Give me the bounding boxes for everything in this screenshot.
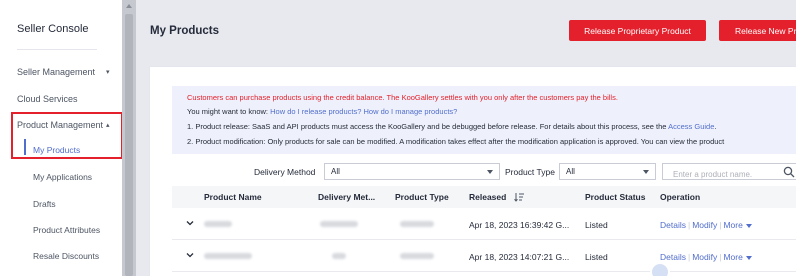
table-row: Apr 18, 2023 16:39:42 G... Listed Detail… <box>172 208 796 240</box>
sidebar-subitem-resale-discounts[interactable]: Resale Discounts <box>33 251 99 261</box>
more-label: More <box>723 252 743 262</box>
main-content: My Products Release Proprietary Product … <box>136 0 796 276</box>
column-delivery-method: Delivery Met... <box>318 192 376 202</box>
expand-chevron-icon[interactable] <box>185 250 195 260</box>
scroll-up-arrow-icon[interactable] <box>126 4 132 8</box>
op-separator: | <box>687 220 691 230</box>
sidebar-subitem-my-applications[interactable]: My Applications <box>33 172 92 182</box>
products-card: Customers can purchase products using th… <box>149 66 796 276</box>
release-new-product-button[interactable]: Release New Pr <box>719 20 796 41</box>
sidebar: Seller Console Seller Management ▾ Cloud… <box>0 0 123 276</box>
release-proprietary-product-button[interactable]: Release Proprietary Product <box>569 20 706 41</box>
table-row: Apr 18, 2023 14:07:21 G... Listed Detail… <box>172 240 796 272</box>
delivery-method-select[interactable]: All <box>324 163 500 180</box>
column-product-status: Product Status <box>585 192 646 202</box>
active-indicator <box>24 139 26 155</box>
sidebar-item-label: Seller Management <box>17 67 96 77</box>
redacted-product-type <box>400 221 434 227</box>
sidebar-divider <box>17 49 97 50</box>
sidebar-scrollbar[interactable] <box>122 0 136 276</box>
sidebar-subitem-drafts[interactable]: Drafts <box>33 199 56 209</box>
product-status: Listed <box>585 252 608 262</box>
redacted-product-name <box>204 253 252 259</box>
row-operations: Details | Modify | More <box>660 252 752 262</box>
sidebar-item-label: Cloud Services <box>17 94 78 104</box>
notice-release-suffix: . <box>714 122 717 131</box>
op-separator: | <box>719 220 722 230</box>
sort-icon[interactable] <box>514 192 524 202</box>
table-header: Product Name Delivery Met... Product Typ… <box>172 186 796 208</box>
sidebar-item-cloud-services[interactable]: Cloud Services <box>17 94 78 104</box>
floating-help-button[interactable] <box>650 262 670 276</box>
how-manage-link[interactable]: How do I manage products? <box>364 107 458 116</box>
more-dropdown[interactable]: More <box>723 252 752 262</box>
notice-line-modification: 2. Product modification: Only products f… <box>187 137 725 146</box>
redacted-product-name <box>204 221 232 227</box>
product-search-input[interactable] <box>663 167 773 182</box>
column-operation: Operation <box>660 192 701 202</box>
notice-line-release: 1. Product release: SaaS and API product… <box>187 122 717 131</box>
details-link[interactable]: Details <box>660 252 686 262</box>
search-icon[interactable] <box>783 166 795 178</box>
modify-link[interactable]: Modify <box>692 220 717 230</box>
sidebar-subitem-product-attributes[interactable]: Product Attributes <box>33 225 100 235</box>
redacted-delivery-method <box>332 253 346 259</box>
column-released[interactable]: Released <box>469 192 506 202</box>
notice-box: Customers can purchase products using th… <box>172 86 796 154</box>
page-title: My Products <box>150 25 220 37</box>
details-link[interactable]: Details <box>660 220 686 230</box>
sidebar-title: Seller Console <box>17 23 89 35</box>
product-type-label: Product Type <box>505 167 555 177</box>
chevron-down-icon: ▾ <box>106 69 110 76</box>
sidebar-item-seller-management[interactable]: Seller Management ▾ <box>17 67 110 77</box>
chevron-down-icon <box>745 223 752 228</box>
redacted-product-type <box>400 253 434 259</box>
chevron-down-icon <box>487 170 493 174</box>
modify-link[interactable]: Modify <box>692 252 717 262</box>
chevron-down-icon <box>643 170 649 174</box>
delivery-method-value: All <box>331 167 340 176</box>
product-status: Listed <box>585 220 608 230</box>
notice-release-text: 1. Product release: SaaS and API product… <box>187 122 669 131</box>
redacted-delivery-method <box>320 221 358 227</box>
scrollbar-thumb[interactable] <box>125 14 133 276</box>
released-date: Apr 18, 2023 16:39:42 G... <box>469 220 570 230</box>
expand-chevron-icon[interactable] <box>185 218 195 228</box>
chevron-down-icon <box>745 255 752 260</box>
how-release-link[interactable]: How do I release products? <box>270 107 361 116</box>
sidebar-subitem-my-products[interactable]: My Products <box>33 145 80 155</box>
notice-line-credit: Customers can purchase products using th… <box>187 93 618 102</box>
released-date: Apr 18, 2023 14:07:21 G... <box>469 252 570 262</box>
row-operations: Details | Modify | More <box>660 220 752 230</box>
product-type-value: All <box>566 167 575 176</box>
column-product-type: Product Type <box>395 192 449 202</box>
notice-help-prefix: You might want to know: <box>187 107 271 116</box>
op-separator: | <box>687 252 691 262</box>
delivery-method-label: Delivery Method <box>254 167 316 177</box>
notice-line-help: You might want to know: How do I release… <box>187 107 457 116</box>
more-dropdown[interactable]: More <box>723 220 752 230</box>
op-separator: | <box>719 252 722 262</box>
more-label: More <box>723 220 743 230</box>
column-product-name: Product Name <box>204 192 262 202</box>
access-guide-link[interactable]: Access Guide <box>668 122 714 131</box>
product-type-select[interactable]: All <box>559 163 656 180</box>
product-search-box[interactable] <box>662 163 796 182</box>
